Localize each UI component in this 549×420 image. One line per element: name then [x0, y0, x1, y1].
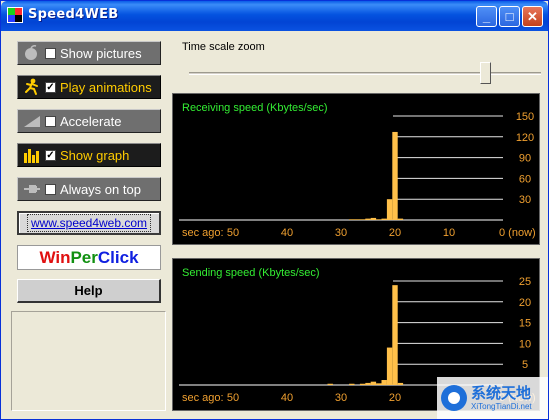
accelerate-label: Accelerate	[60, 113, 122, 129]
click-text: Click	[97, 247, 139, 267]
data-bar	[392, 131, 398, 220]
window-title: Speed4WEB	[28, 7, 119, 22]
chart-title: Receiving speed (Kbytes/sec)	[182, 102, 328, 114]
receiving-speed-graph: Receiving speed (Kbytes/sec) 150 120 90 60 30…	[172, 93, 540, 245]
y-tick-label: 15	[519, 318, 531, 330]
info-panel	[11, 311, 166, 411]
data-bar	[354, 219, 360, 220]
y-tick-label: 10	[519, 338, 531, 350]
x-tick-label: 50	[227, 227, 239, 239]
x-tick-label: 50	[227, 392, 239, 404]
data-bar	[365, 382, 371, 385]
data-bar	[376, 383, 382, 385]
data-bar	[349, 219, 355, 220]
pin-icon	[21, 180, 43, 198]
show-pictures-checkbox[interactable]	[45, 47, 56, 59]
data-bar	[376, 219, 382, 220]
show-graph-label: Show graph	[60, 147, 130, 163]
data-bar	[386, 199, 393, 220]
win-per-click-button[interactable]: Win Per Click	[17, 245, 161, 270]
zoom-slider-thumb[interactable]	[480, 62, 492, 84]
data-bar	[359, 383, 366, 385]
y-tick-label: 60	[519, 173, 531, 185]
x-tick-label: 10	[443, 227, 455, 239]
win-text: Win	[39, 247, 71, 267]
bar-graph-icon	[21, 146, 43, 164]
x-axis-label: sec ago:	[182, 227, 224, 239]
data-bar	[386, 347, 393, 385]
close-button[interactable]: ✕	[522, 6, 543, 27]
x-tick-label: 40	[281, 227, 293, 239]
play-animations-button[interactable]: ✓ Play animations	[17, 75, 161, 99]
receiving-speed-chart: Receiving speed (Kbytes/sec) 150 120 90 60 30…	[179, 102, 536, 239]
data-bar	[327, 383, 333, 385]
data-bar	[381, 380, 387, 385]
x-tick-label: 0 (now)	[499, 227, 536, 239]
data-bar	[365, 218, 371, 220]
show-pictures-label: Show pictures	[60, 45, 142, 61]
y-tick-label: 20	[519, 297, 531, 309]
data-bar	[397, 382, 404, 385]
data-bar	[392, 285, 398, 385]
app-icon[interactable]	[7, 7, 23, 23]
accelerate-button[interactable]: Accelerate	[17, 109, 161, 133]
data-bar	[381, 218, 387, 220]
x-tick-label: 30	[335, 392, 347, 404]
apple-icon	[21, 44, 43, 62]
y-tick-label: 150	[516, 111, 534, 123]
per-text: Per	[70, 247, 98, 267]
zoom-label: Time scale zoom	[182, 41, 265, 53]
show-graph-checkbox[interactable]: ✓	[45, 149, 56, 161]
data-bar	[359, 219, 366, 220]
chart-title: Sending speed (Kbytes/sec)	[182, 267, 320, 279]
always-on-top-label: Always on top	[60, 181, 141, 197]
help-button[interactable]: Help	[17, 279, 161, 303]
website-link-button[interactable]: www.speed4web.com	[17, 211, 161, 235]
watermark-cn-text: 系统天地	[471, 384, 532, 402]
data-bar	[397, 218, 404, 220]
x-tick-label: 30	[335, 227, 347, 239]
always-on-top-button[interactable]: Always on top	[17, 177, 161, 201]
data-bar	[349, 383, 355, 385]
y-tick-label: 120	[516, 132, 534, 144]
y-tick-label: 5	[522, 359, 528, 371]
y-tick-label: 25	[519, 276, 531, 288]
running-man-icon	[21, 78, 43, 96]
play-animations-checkbox[interactable]: ✓	[45, 81, 56, 93]
app-window: Speed4WEB _ □ ✕ Show pictures ✓ Play ani…	[0, 0, 549, 420]
y-tick-label: 90	[519, 153, 531, 165]
site-watermark: 系统天地 XiTongTianDi.net	[437, 377, 548, 419]
ramp-icon	[21, 112, 43, 130]
x-axis-label: sec ago:	[182, 392, 224, 404]
always-on-top-checkbox[interactable]	[45, 183, 56, 195]
watermark-logo-icon	[441, 385, 467, 411]
show-graph-button[interactable]: ✓ Show graph	[17, 143, 161, 167]
y-tick-label: 30	[519, 194, 531, 206]
x-tick-label: 20	[389, 227, 401, 239]
data-bar	[370, 217, 377, 220]
watermark-en-text: XiTongTianDi.net	[471, 402, 532, 411]
x-tick-label: 20	[389, 392, 401, 404]
website-link[interactable]: www.speed4web.com	[26, 214, 152, 232]
show-pictures-button[interactable]: Show pictures	[17, 41, 161, 65]
data-bar	[370, 381, 377, 385]
maximize-button[interactable]: □	[499, 6, 520, 27]
accelerate-checkbox[interactable]	[45, 115, 56, 127]
x-tick-label: 40	[281, 392, 293, 404]
minimize-button[interactable]: _	[476, 6, 497, 27]
play-animations-label: Play animations	[60, 79, 152, 95]
title-bar[interactable]: Speed4WEB _ □ ✕	[1, 1, 548, 31]
